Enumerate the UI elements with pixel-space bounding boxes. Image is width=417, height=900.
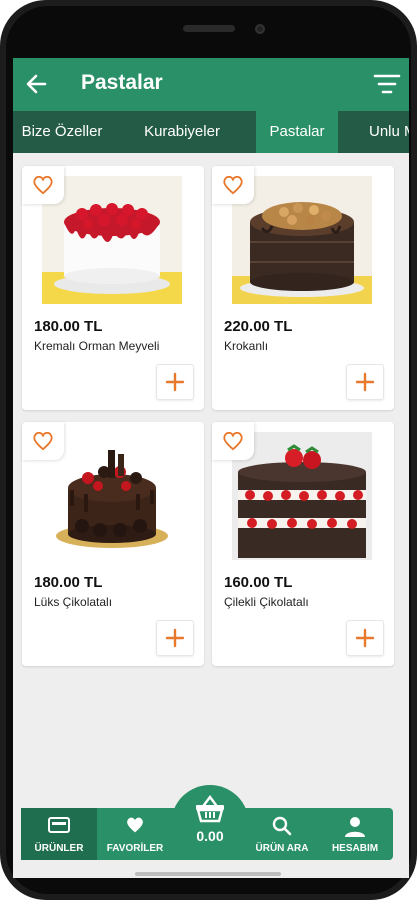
nav-products[interactable]: ÜRÜNLER (21, 808, 97, 860)
heart-outline-icon (33, 431, 53, 451)
nav-favorites[interactable]: FAVORİLER (97, 808, 173, 860)
heart-outline-icon (223, 431, 243, 451)
front-camera (255, 24, 265, 34)
app-bar: Pastalar (13, 58, 409, 111)
favorite-button[interactable] (22, 166, 64, 204)
heart-outline-icon (33, 175, 53, 195)
product-card[interactable]: 160.00 TL Çilekli Çikolatalı (212, 422, 394, 666)
tab-unlu-mamuller[interactable]: Unlu Mamuller (369, 111, 409, 153)
product-name: Çilekli Çikolatalı (224, 595, 309, 609)
filter-button[interactable] (373, 72, 401, 96)
tab-bize-ozeller[interactable]: Bize Özeller (13, 111, 111, 153)
product-card[interactable]: 180.00 TL Lüks Çikolatalı (22, 422, 204, 666)
product-price: 180.00 TL (34, 574, 103, 591)
tab-kurabiyeler[interactable]: Kurabiyeler (126, 111, 238, 153)
nav-label: FAVORİLER (106, 843, 164, 854)
nav-search[interactable]: ÜRÜN ARA (247, 808, 317, 860)
plus-icon (355, 372, 375, 392)
add-to-cart-button[interactable] (156, 620, 194, 656)
product-name: Lüks Çikolatalı (34, 595, 113, 609)
tab-pastalar[interactable]: Pastalar (256, 111, 338, 153)
home-indicator (135, 872, 281, 876)
app-screen: Pastalar Bize Özeller Kurabiyeler Pastal… (13, 58, 409, 878)
product-card[interactable]: 220.00 TL Krokanlı (212, 166, 394, 410)
product-price: 160.00 TL (224, 574, 293, 591)
arrow-left-icon (26, 74, 47, 94)
back-button[interactable] (23, 70, 51, 98)
plus-icon (165, 628, 185, 648)
add-to-cart-button[interactable] (346, 364, 384, 400)
basket-total: 0.00 (196, 828, 224, 844)
product-price: 220.00 TL (224, 318, 293, 335)
favorite-button[interactable] (212, 166, 254, 204)
phone-frame: Pastalar Bize Özeller Kurabiyeler Pastal… (0, 0, 417, 900)
nav-account[interactable]: HESABIM (317, 808, 393, 860)
products-icon (48, 817, 70, 833)
basket-icon (196, 795, 224, 823)
product-name: Kremalı Orman Meyveli (34, 339, 160, 353)
basket-button[interactable]: 0.00 (171, 785, 249, 859)
category-tabs: Bize Özeller Kurabiyeler Pastalar Unlu M… (13, 111, 409, 153)
plus-icon (355, 628, 375, 648)
add-to-cart-button[interactable] (156, 364, 194, 400)
favorite-button[interactable] (22, 422, 64, 460)
page-title: Pastalar (81, 71, 163, 94)
nav-label: ÜRÜN ARA (255, 843, 309, 854)
speaker (183, 25, 235, 32)
favorite-button[interactable] (212, 422, 254, 460)
heart-outline-icon (223, 175, 243, 195)
nav-label: ÜRÜNLER (34, 843, 84, 854)
product-card[interactable]: 180.00 TL Kremalı Orman Meyveli (22, 166, 204, 410)
nav-label: HESABIM (331, 843, 379, 854)
product-name: Krokanlı (224, 339, 269, 353)
product-price: 180.00 TL (34, 318, 103, 335)
search-icon (272, 816, 292, 836)
plus-icon (165, 372, 185, 392)
user-icon (345, 817, 365, 837)
add-to-cart-button[interactable] (346, 620, 384, 656)
filter-lines-icon (373, 74, 401, 94)
heart-icon (127, 817, 143, 833)
